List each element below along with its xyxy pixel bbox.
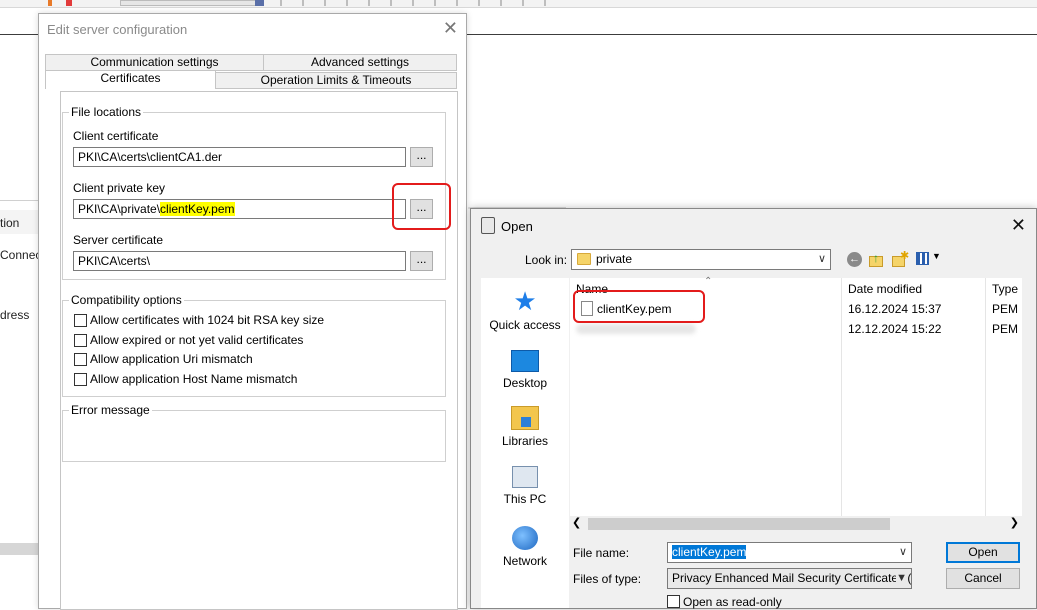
file-list: ⌃ Name Date modified Type clientKey.pem …: [570, 276, 1022, 532]
file-name-label: File name:: [573, 546, 630, 560]
group-label: File locations: [69, 105, 144, 119]
look-in-value: private: [596, 252, 633, 266]
open-button[interactable]: Open: [946, 542, 1020, 563]
file-locations-group: File locations Client certificate PKI\CA…: [62, 105, 446, 280]
file-date: 12.12.2024 15:22: [848, 322, 942, 336]
toolbar-icon: [66, 0, 72, 6]
file-name-value: clientKey.pem: [672, 545, 747, 559]
folder-icon: [577, 253, 591, 265]
scrollbar-thumb[interactable]: [588, 518, 890, 530]
group-label: Compatibility options: [69, 293, 184, 307]
checkbox-label: Allow application Host Name mismatch: [90, 372, 298, 386]
checkbox-label: Allow expired or not yet valid certifica…: [90, 333, 304, 347]
place-libraries[interactable]: Libraries: [481, 406, 569, 448]
scroll-left-icon[interactable]: ❮: [572, 516, 581, 529]
background-text: tion: [0, 216, 20, 230]
network-icon: [512, 526, 538, 550]
place-this-pc[interactable]: This PC: [481, 466, 569, 506]
files-of-type-label: Files of type:: [573, 572, 642, 586]
group-label: Error message: [69, 403, 152, 417]
tab-advanced-settings[interactable]: Advanced settings: [263, 54, 457, 71]
tab-operation-limits[interactable]: Operation Limits & Timeouts: [215, 72, 457, 89]
checkbox-uri-mismatch[interactable]: [74, 353, 87, 366]
application-icon: [481, 217, 495, 234]
read-only-checkbox[interactable]: [667, 595, 680, 608]
client-private-key-path: PKI\CA\private\: [78, 202, 161, 216]
sort-up-icon: ⌃: [704, 276, 713, 287]
checkbox-host-mismatch[interactable]: [74, 373, 87, 386]
toolbar-combo: [120, 0, 260, 6]
toolbar-icon: [255, 0, 264, 6]
checkbox-label: Allow application Uri mismatch: [90, 352, 253, 366]
checkbox-expired-certs[interactable]: [74, 334, 87, 347]
server-certificate-label: Server certificate: [73, 233, 164, 247]
view-menu-icon[interactable]: ▼: [916, 251, 941, 267]
background-scrollbar: [0, 543, 40, 555]
browse-server-certificate-button[interactable]: ...: [410, 251, 433, 271]
open-file-dialog: Open ✕ Look in: private ∨ ← ↑ ✱ ▼ ★ Quic…: [470, 208, 1037, 609]
look-in-combo[interactable]: private ∨: [571, 249, 831, 270]
look-in-label: Look in:: [525, 253, 568, 267]
place-label: Libraries: [501, 434, 549, 448]
chevron-down-icon: ∨: [898, 546, 907, 558]
server-certificate-field[interactable]: PKI\CA\certs\: [73, 251, 406, 271]
place-desktop[interactable]: Desktop: [481, 350, 569, 390]
place-label: Desktop: [502, 376, 548, 390]
back-icon[interactable]: ←: [847, 252, 862, 267]
client-private-key-field[interactable]: PKI\CA\private\clientKey.pem: [73, 199, 406, 219]
column-header-date[interactable]: Date modified: [848, 282, 922, 296]
checkbox-1024-rsa[interactable]: [74, 314, 87, 327]
horizontal-scrollbar[interactable]: ❮ ❯: [570, 516, 1022, 532]
certificates-panel: File locations Client certificate PKI\CA…: [60, 91, 458, 610]
desktop-icon: [511, 350, 539, 372]
files-of-type-combo[interactable]: Privacy Enhanced Mail Security Certifica…: [667, 568, 912, 589]
files-of-type-value: Privacy Enhanced Mail Security Certifica…: [672, 571, 912, 585]
computer-icon: [512, 466, 538, 488]
file-name-combo[interactable]: clientKey.pem ∨: [667, 542, 912, 563]
column-header-type[interactable]: Type: [992, 282, 1018, 296]
redacted-file-name: [576, 324, 696, 334]
star-icon: ★: [513, 286, 537, 316]
toolbar-icon: [48, 0, 52, 6]
file-type: PEM: [992, 322, 1019, 336]
client-certificate-label: Client certificate: [73, 129, 159, 143]
background-text: dress: [0, 308, 30, 322]
new-folder-icon[interactable]: ✱: [892, 250, 909, 267]
tab-certificates[interactable]: Certificates: [45, 70, 216, 89]
background-text: Connec: [0, 248, 42, 262]
place-label: Quick access: [489, 318, 561, 332]
close-icon[interactable]: ✕: [443, 18, 458, 39]
libraries-icon: [511, 406, 539, 430]
browse-client-certificate-button[interactable]: ...: [410, 147, 433, 167]
dialog-title: Edit server configuration: [47, 22, 188, 37]
place-network[interactable]: Network: [481, 526, 569, 568]
client-certificate-field[interactable]: PKI\CA\certs\clientCA1.der: [73, 147, 406, 167]
cancel-button[interactable]: Cancel: [946, 568, 1020, 589]
file-date: 16.12.2024 15:37: [848, 302, 942, 316]
compatibility-options-group: Compatibility options Allow certificates…: [62, 293, 446, 397]
toolbar-icons: [280, 0, 560, 6]
error-message-group: Error message: [62, 403, 446, 462]
client-private-key-file-highlight: clientKey.pem: [160, 202, 235, 216]
places-bar: ★ Quick access Desktop Libraries This PC…: [481, 278, 569, 608]
tab-communication-settings[interactable]: Communication settings: [45, 54, 264, 71]
read-only-label: Open as read-only: [683, 595, 782, 609]
chevron-down-icon: ∨: [817, 253, 826, 265]
annotation-highlight-box: [392, 183, 451, 230]
up-folder-icon[interactable]: ↑: [869, 251, 883, 267]
dialog-title: Open: [501, 219, 533, 234]
place-label: Network: [502, 554, 547, 568]
place-label: This PC: [503, 492, 547, 506]
background-toolbar: [0, 0, 1037, 8]
checkbox-label: Allow certificates with 1024 bit RSA key…: [90, 313, 325, 327]
close-icon[interactable]: ✕: [1011, 215, 1026, 236]
file-type: PEM: [992, 302, 1019, 316]
client-private-key-label: Client private key: [73, 181, 166, 195]
chevron-down-icon: ▼: [896, 569, 907, 588]
place-quick-access[interactable]: ★ Quick access: [481, 288, 569, 332]
annotation-highlight-box: [573, 290, 705, 323]
background-divider: [467, 34, 1037, 35]
edit-server-dialog: Edit server configuration ✕ Communicatio…: [38, 13, 467, 610]
scroll-right-icon[interactable]: ❯: [1010, 516, 1019, 529]
